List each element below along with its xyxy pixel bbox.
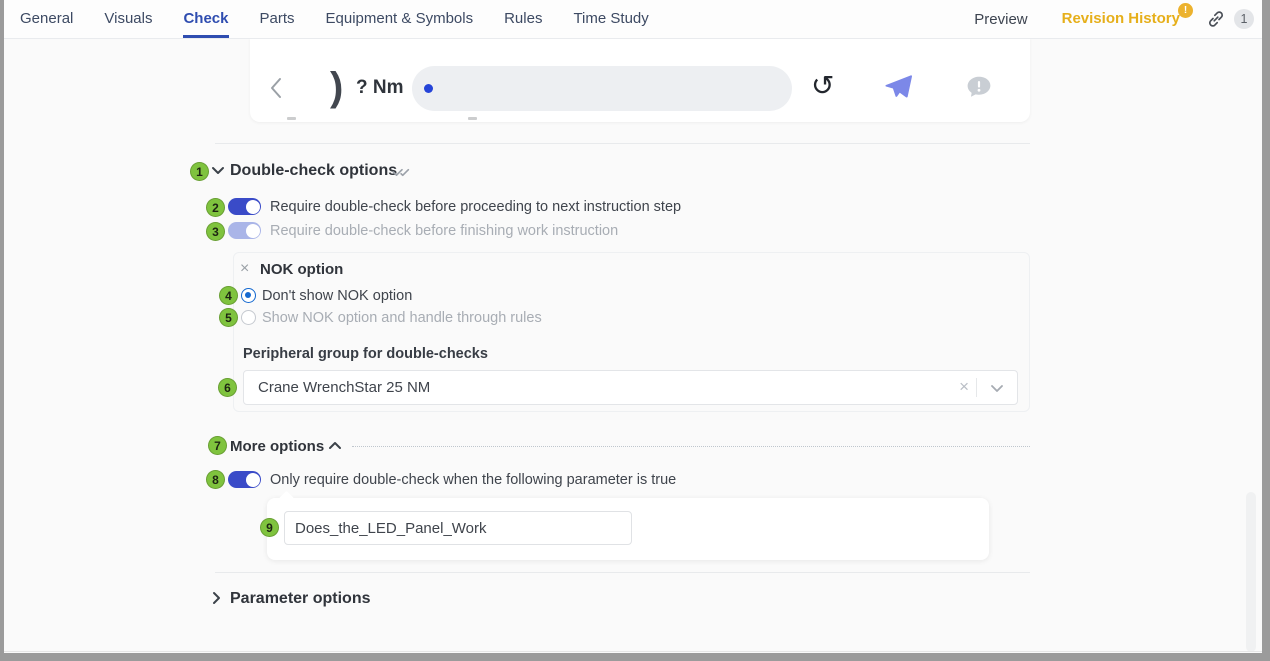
radio-dont-show-nok-label[interactable]: Don't show NOK option: [262, 288, 412, 305]
radio-show-nok[interactable]: [241, 310, 256, 325]
tab-rules[interactable]: Rules: [504, 0, 542, 38]
send-icon[interactable]: [884, 73, 912, 101]
revision-alert-badge: !: [1178, 3, 1193, 18]
toggle-double-check-next-step[interactable]: [228, 198, 261, 215]
collapse-chevron-down-icon[interactable]: [211, 166, 225, 175]
annotation-marker-3: 3: [206, 222, 225, 241]
section-divider: [215, 572, 1030, 573]
link-count-badge[interactable]: 1: [1234, 9, 1254, 29]
tab-general[interactable]: General: [20, 0, 73, 38]
torque-value-input[interactable]: [412, 66, 792, 111]
revision-history-button[interactable]: Revision History !: [1062, 10, 1180, 28]
right-scrollbar-strip[interactable]: [1262, 0, 1270, 661]
tab-equipment-symbols[interactable]: Equipment & Symbols: [326, 0, 474, 38]
radio-dot: [245, 292, 252, 299]
double-check-options-title[interactable]: Double-check options: [230, 161, 397, 180]
dotted-divider: [352, 446, 1030, 447]
annotation-marker-9: 9: [260, 518, 279, 537]
undo-icon[interactable]: ↺: [811, 71, 834, 101]
clipped-text-fragment: [287, 117, 296, 120]
app-window: General Visuals Check Parts Equipment & …: [0, 0, 1270, 661]
check-toolbar-card: ) ? Nm ↺: [250, 38, 1030, 122]
toggle-finish-label[interactable]: Require double-check before finishing wo…: [270, 223, 618, 240]
toggle-double-check-finish[interactable]: [228, 222, 261, 239]
cursor-dot: [424, 84, 433, 93]
back-chevron-icon[interactable]: [270, 77, 282, 99]
bottom-edge-line: [4, 651, 1262, 652]
horizontal-scrollbar-strip[interactable]: [0, 653, 1270, 661]
content-scrollbar-thumb[interactable]: [1246, 492, 1256, 652]
annotation-marker-6: 6: [218, 378, 237, 397]
preview-button[interactable]: Preview: [974, 11, 1027, 28]
nav-right-cluster: Preview Revision History ! 1: [974, 0, 1254, 38]
peripheral-group-select[interactable]: Crane WrenchStar 25 NM ×: [243, 370, 1018, 405]
select-separator: [976, 378, 977, 397]
tab-parts[interactable]: Parts: [260, 0, 295, 38]
section-divider: [215, 143, 1030, 144]
toggle-parameter-condition[interactable]: [228, 471, 261, 488]
radio-dont-show-nok[interactable]: [241, 288, 256, 303]
peripheral-group-label: Peripheral group for double-checks: [243, 346, 488, 363]
more-options-title[interactable]: More options: [230, 438, 324, 456]
comment-alert-icon[interactable]: [966, 74, 992, 100]
annotation-marker-1: 1: [190, 162, 209, 181]
annotation-marker-4: 4: [219, 286, 238, 305]
annotation-marker-7: 7: [208, 436, 227, 455]
torque-unit-label: ? Nm: [356, 77, 404, 99]
tab-visuals[interactable]: Visuals: [104, 0, 152, 38]
revision-history-label: Revision History: [1062, 10, 1180, 27]
toggle-knob: [246, 224, 260, 238]
annotation-marker-2: 2: [206, 198, 225, 217]
collapse-chevron-right-icon[interactable]: [212, 591, 221, 605]
annotation-marker-5: 5: [219, 308, 238, 327]
toggle-parameter-label[interactable]: Only require double-check when the follo…: [270, 472, 676, 489]
left-scrollbar-strip[interactable]: [0, 0, 4, 661]
nav-tabs: General Visuals Check Parts Equipment & …: [20, 0, 649, 38]
clear-selection-icon[interactable]: ×: [959, 377, 969, 397]
torque-fragment-glyph: ): [330, 64, 343, 110]
double-check-icon: [392, 165, 412, 178]
link-icon[interactable]: [1206, 9, 1226, 29]
toggle-next-step-label[interactable]: Require double-check before proceeding t…: [270, 199, 681, 216]
nok-close-icon[interactable]: ×: [240, 261, 249, 277]
radio-show-nok-label[interactable]: Show NOK option and handle through rules: [262, 310, 542, 327]
select-chevron-down-icon[interactable]: [991, 385, 1003, 392]
toggle-knob: [246, 473, 260, 487]
parameter-name-input[interactable]: [284, 511, 632, 545]
tab-check[interactable]: Check: [183, 0, 228, 38]
peripheral-group-value: Crane WrenchStar 25 NM: [258, 371, 430, 404]
parameter-options-title[interactable]: Parameter options: [230, 589, 370, 608]
tab-time-study[interactable]: Time Study: [573, 0, 648, 38]
annotation-marker-8: 8: [206, 470, 225, 489]
clipped-text-fragment: [468, 117, 477, 120]
nok-option-title: NOK option: [260, 261, 343, 279]
toggle-knob: [246, 200, 260, 214]
collapse-chevron-up-icon[interactable]: [328, 441, 342, 450]
top-nav: General Visuals Check Parts Equipment & …: [0, 0, 1270, 39]
